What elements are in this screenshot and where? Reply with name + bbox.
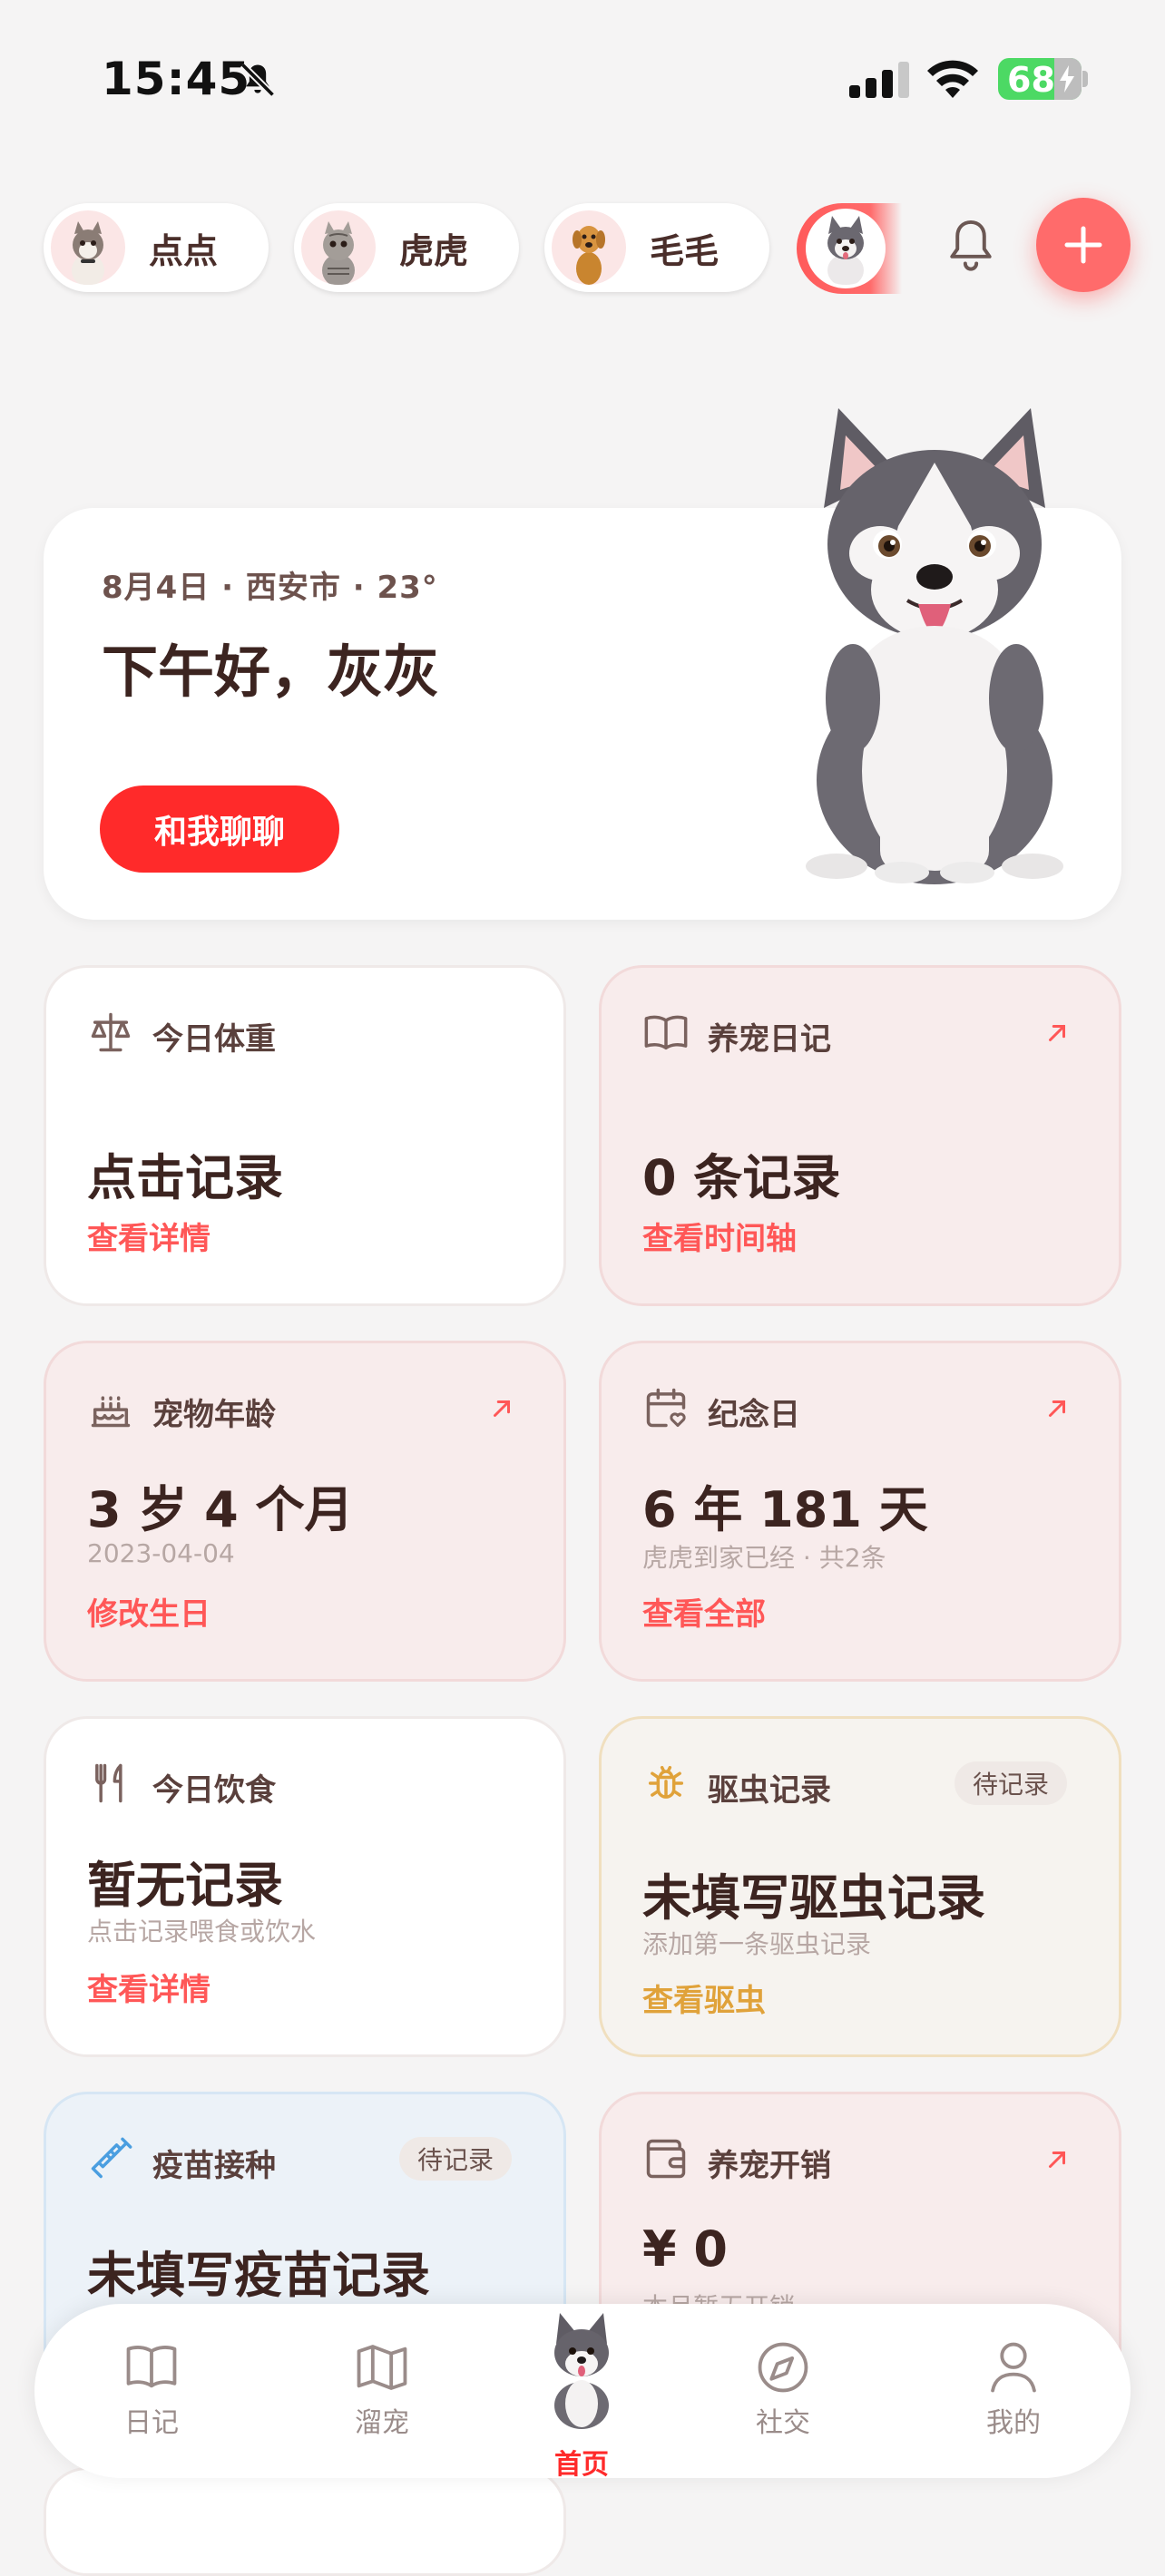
tab-home[interactable]	[514, 2308, 650, 2431]
user-icon	[991, 2342, 1036, 2393]
fork-knife-icon	[95, 1763, 122, 1803]
age-value: 3 岁 4 个月	[87, 1481, 354, 1538]
diet-label: 今日饮食	[152, 1772, 276, 1809]
diet-detail-link[interactable]: 查看详情	[87, 1965, 210, 2009]
birthday-cake-icon	[91, 1396, 131, 1428]
tab-profile[interactable]: 我的	[945, 2342, 1082, 2440]
battery-cap	[1082, 71, 1088, 87]
view-all-anniversaries-link[interactable]: 查看全部	[642, 1589, 766, 1634]
arrow-up-right-icon[interactable]	[1043, 2146, 1071, 2173]
view-deworming-link[interactable]: 查看驱虫	[642, 1976, 766, 2020]
age-label: 宠物年龄	[152, 1397, 276, 1433]
anniversary-label: 纪念日	[708, 1397, 800, 1433]
pet-name-2: 虎虎	[399, 230, 469, 271]
anniversary-value: 6 年 181 天	[642, 1481, 928, 1538]
scale-icon	[91, 1012, 131, 1052]
tab-diary[interactable]: 日记	[83, 2342, 220, 2440]
plus-icon	[1064, 226, 1102, 264]
silent-mode-icon	[240, 62, 276, 98]
greeting-title: 下午好，灰灰	[102, 639, 440, 705]
arrow-up-right-icon[interactable]	[488, 1395, 515, 1422]
pet-chip-1[interactable]: 点点	[44, 203, 269, 292]
notification-bell-icon[interactable]	[944, 218, 998, 276]
expense-label: 养宠开销	[708, 2148, 831, 2184]
open-book-icon	[644, 1015, 688, 1050]
edit-birthday-link[interactable]: 修改生日	[87, 1589, 210, 1634]
tab-walk-label: 溜宠	[355, 2407, 409, 2439]
husky-avatar-icon	[827, 216, 864, 285]
chat-button[interactable]: 和我聊聊	[100, 785, 339, 873]
pet-chip-3[interactable]: 毛毛	[544, 203, 769, 292]
tabby-cat-avatar-icon	[322, 221, 355, 285]
tab-social[interactable]: 社交	[715, 2342, 851, 2440]
map-icon	[357, 2345, 407, 2390]
date-location-weather: 8月4日 · 西安市 · 23°	[102, 570, 438, 606]
diary-value: 0 条记录	[642, 1149, 841, 1206]
wallet-icon	[646, 2139, 686, 2179]
husky-home-icon	[554, 2313, 609, 2429]
calendar-heart-icon	[646, 1388, 686, 1428]
anniversary-sub: 虎虎到家已经 · 共2条	[642, 1543, 886, 1573]
battery-level: 68	[1007, 60, 1055, 100]
arrow-up-right-icon[interactable]	[1043, 1395, 1071, 1422]
diary-timeline-link[interactable]: 查看时间轴	[642, 1214, 797, 1258]
syringe-icon	[91, 2137, 132, 2179]
next-card-peek	[44, 2467, 566, 2576]
husky-mascot-illustration	[806, 408, 1063, 884]
tab-walk[interactable]: 溜宠	[314, 2342, 450, 2440]
deworming-status-badge: 待记录	[955, 1761, 1068, 1805]
weight-value: 点击记录	[87, 1149, 283, 1206]
deworming-sub: 添加第一条驱虫记录	[642, 1929, 872, 1959]
vaccine-value: 未填写疫苗记录	[87, 2247, 430, 2304]
pet-chip-active[interactable]	[797, 203, 902, 294]
arrow-up-right-icon[interactable]	[1043, 1020, 1071, 1047]
pet-name-3: 毛毛	[650, 230, 720, 271]
status-time: 15:45	[102, 53, 251, 105]
golden-dog-avatar-icon	[573, 226, 605, 285]
battery-indicator: 68	[998, 58, 1082, 100]
pet-name-1: 点点	[149, 230, 219, 271]
vaccine-label: 疫苗接种	[152, 2148, 276, 2184]
pet-chip-2[interactable]: 虎虎	[294, 203, 519, 292]
tab-social-label: 社交	[756, 2407, 810, 2439]
vaccine-status-badge: 待记录	[399, 2137, 513, 2181]
pet-avatar-1	[51, 210, 125, 285]
pet-avatar-active	[806, 209, 886, 288]
charging-bolt-icon	[1060, 65, 1074, 93]
tab-home-label: 首页	[554, 2449, 609, 2481]
deworming-label: 驱虫记录	[708, 1772, 831, 1809]
compass-icon	[758, 2342, 808, 2393]
diet-sub: 点击记录喂食或饮水	[87, 1917, 317, 1947]
tab-diary-label: 日记	[124, 2407, 179, 2439]
weight-label: 今日体重	[152, 1021, 276, 1058]
expense-value: ¥ 0	[642, 2220, 728, 2278]
cellular-signal-icon	[849, 62, 909, 98]
pet-avatar-2	[301, 210, 376, 285]
weight-detail-link[interactable]: 查看详情	[87, 1214, 210, 1258]
tab-profile-label: 我的	[986, 2407, 1041, 2439]
book-icon	[126, 2346, 177, 2388]
deworming-value: 未填写驱虫记录	[642, 1869, 985, 1927]
bug-icon	[648, 1765, 684, 1799]
diet-value: 暂无记录	[87, 1857, 283, 1914]
birthday-date: 2023-04-04	[87, 1538, 235, 1568]
add-pet-button[interactable]	[1036, 198, 1131, 292]
diary-label: 养宠日记	[708, 1021, 831, 1058]
wifi-icon	[927, 60, 978, 98]
cat-avatar-icon	[72, 221, 104, 285]
pet-avatar-3	[552, 210, 626, 285]
